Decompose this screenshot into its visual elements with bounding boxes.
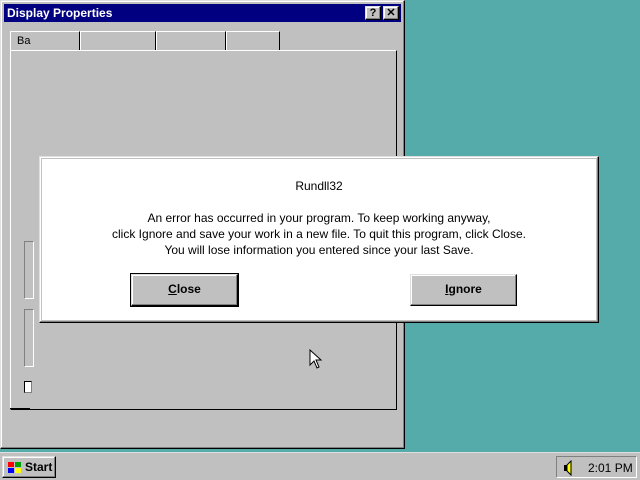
close-button-label: lose [176,282,201,296]
error-dialog: Rundll32 An error has occurred in your p… [39,156,599,323]
tab-2[interactable] [80,31,156,51]
error-dialog-body: Rundll32 An error has occurred in your p… [42,159,596,320]
help-button[interactable]: ? [365,6,381,20]
error-message-line-2: click Ignore and save your work in a new… [112,227,526,241]
ignore-button[interactable]: Ignore [410,274,517,306]
error-message-line-1: An error has occurred in your program. T… [147,211,491,225]
tab-background[interactable]: Ba [10,31,80,51]
close-button-accel: C [168,282,177,296]
panel-divider [10,408,30,409]
clock[interactable]: 2:01 PM [588,461,633,475]
checkbox-fragment[interactable] [24,381,32,393]
windows-logo-icon [8,462,21,473]
window-title: Display Properties [7,6,113,20]
system-tray: 2:01 PM [556,456,637,478]
start-label: Start [25,460,53,474]
tab-3[interactable] [156,31,226,51]
speaker-icon[interactable] [561,460,577,476]
tab-strip: Ba [10,31,282,51]
mouse-pointer-icon [309,349,323,369]
group-box-fragment [24,309,34,367]
display-properties-titlebar[interactable]: Display Properties ? ✕ [4,4,401,22]
taskbar: Start 2:01 PM [0,452,640,480]
close-button[interactable]: Close [130,273,239,307]
window-close-button[interactable]: ✕ [383,6,399,20]
tab-4[interactable] [226,31,280,51]
start-button[interactable]: Start [2,456,56,478]
tab-background-label: Ba [17,35,31,47]
ignore-button-label: gnore [448,282,482,296]
group-box-fragment [24,241,34,299]
error-dialog-title: Rundll32 [295,179,343,193]
error-message-line-3: You will lose information you entered si… [164,243,474,257]
error-message: An error has occurred in your program. T… [42,210,596,258]
